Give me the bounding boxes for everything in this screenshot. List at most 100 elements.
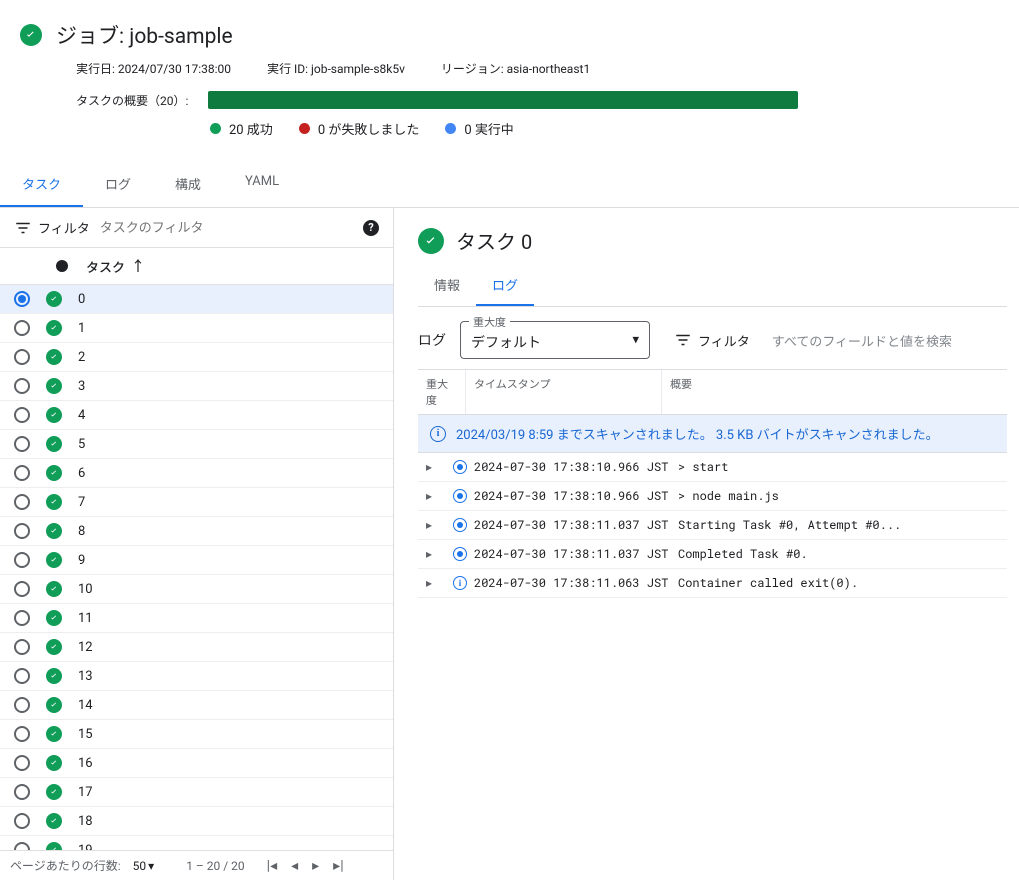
page-last-button[interactable]: ▸| — [333, 858, 343, 874]
task-row[interactable]: 18 — [0, 807, 393, 836]
log-severity — [446, 518, 474, 532]
task-radio[interactable] — [14, 378, 30, 394]
caret-down-icon: ▾ — [632, 333, 639, 348]
task-row[interactable]: 8 — [0, 517, 393, 546]
task-row[interactable]: 11 — [0, 604, 393, 633]
task-radio[interactable] — [14, 523, 30, 539]
col-task-header[interactable]: タスク ↑ — [86, 256, 379, 276]
task-row[interactable]: 13 — [0, 662, 393, 691]
task-row[interactable]: 5 — [0, 430, 393, 459]
task-radio[interactable] — [14, 697, 30, 713]
task-row[interactable]: 12 — [0, 633, 393, 662]
task-row[interactable]: 14 — [0, 691, 393, 720]
task-row[interactable]: 15 — [0, 720, 393, 749]
task-radio[interactable] — [14, 813, 30, 829]
col-summary: 概要 — [662, 370, 1007, 414]
expand-icon[interactable]: ▸ — [426, 488, 446, 504]
log-filter-button[interactable]: フィルタ — [674, 331, 750, 350]
task-radio[interactable] — [14, 552, 30, 568]
task-row[interactable]: 0 — [0, 285, 393, 314]
task-radio[interactable] — [14, 610, 30, 626]
task-id: 2 — [78, 350, 85, 365]
task-row[interactable]: 6 — [0, 459, 393, 488]
detail-tab-logs[interactable]: ログ — [476, 265, 534, 306]
task-radio[interactable] — [14, 465, 30, 481]
task-filter-row: フィルタ ? — [0, 208, 393, 248]
task-radio[interactable] — [14, 784, 30, 800]
tab-logs[interactable]: ログ — [83, 162, 153, 207]
task-row[interactable]: 17 — [0, 778, 393, 807]
log-row[interactable]: ▸2024-07-30 17:38:11.037 JSTCompleted Ta… — [418, 540, 1007, 569]
log-row[interactable]: ▸i2024-07-30 17:38:11.063 JSTContainer c… — [418, 569, 1007, 598]
rows-per-page-select[interactable]: 50 ▾ — [133, 859, 155, 873]
log-timestamp: 2024-07-30 17:38:11.037 JST — [474, 517, 670, 533]
expand-icon[interactable]: ▸ — [426, 575, 446, 591]
tab-yaml[interactable]: YAML — [223, 162, 301, 207]
log-rows: ▸2024-07-30 17:38:10.966 JST> start▸2024… — [418, 453, 1007, 598]
task-id: 0 — [78, 292, 85, 307]
log-search-placeholder[interactable]: すべてのフィールドと値を検索 — [772, 331, 952, 350]
expand-icon[interactable]: ▸ — [426, 546, 446, 562]
task-id: 1 — [78, 321, 85, 336]
task-status — [40, 552, 68, 568]
tab-config[interactable]: 構成 — [153, 162, 223, 207]
col-status-header — [48, 260, 76, 272]
task-radio[interactable] — [14, 494, 30, 510]
task-status — [40, 668, 68, 684]
scan-banner: i 2024/03/19 8:59 までスキャンされました。 3.5 KB バイ… — [418, 415, 1007, 453]
help-icon[interactable]: ? — [363, 220, 379, 236]
task-id: 13 — [78, 669, 93, 684]
expand-icon[interactable]: ▸ — [426, 517, 446, 533]
page-next-button[interactable]: ▸ — [312, 858, 319, 874]
task-row[interactable]: 2 — [0, 343, 393, 372]
body-split: フィルタ ? タスク ↑ 012345678910111213141516171… — [0, 208, 1019, 880]
task-row[interactable]: 10 — [0, 575, 393, 604]
task-radio[interactable] — [14, 639, 30, 655]
task-status — [40, 813, 68, 829]
task-radio[interactable] — [14, 581, 30, 597]
status-success-icon — [46, 349, 62, 365]
task-filter-input[interactable] — [100, 220, 353, 235]
task-list[interactable]: 012345678910111213141516171819 — [0, 285, 393, 850]
task-radio[interactable] — [14, 291, 30, 307]
detail-tab-info[interactable]: 情報 — [418, 265, 476, 306]
log-row[interactable]: ▸2024-07-30 17:38:10.966 JST> start — [418, 453, 1007, 482]
severity-value: デフォルト — [471, 335, 541, 351]
task-radio[interactable] — [14, 842, 30, 850]
expand-icon[interactable]: ▸ — [426, 459, 446, 475]
region: リージョン: asia-northeast1 — [441, 60, 590, 77]
task-row[interactable]: 16 — [0, 749, 393, 778]
severity-debug-icon — [453, 518, 467, 532]
task-row[interactable]: 4 — [0, 401, 393, 430]
rows-per-page-value: 50 — [133, 859, 147, 873]
task-row[interactable]: 7 — [0, 488, 393, 517]
task-radio[interactable] — [14, 436, 30, 452]
page-title: ジョブ: job-sample — [56, 20, 233, 50]
status-success-icon — [46, 552, 62, 568]
severity-select[interactable]: 重大度 デフォルト ▾ — [460, 321, 650, 359]
col-timestamp: タイムスタンプ — [466, 370, 662, 414]
task-radio[interactable] — [14, 320, 30, 336]
sort-asc-icon: ↑ — [131, 256, 145, 276]
legend-running: 0 実行中 — [445, 119, 514, 138]
status-dot-icon — [56, 260, 68, 272]
task-status — [40, 610, 68, 626]
log-row[interactable]: ▸2024-07-30 17:38:11.037 JSTStarting Tas… — [418, 511, 1007, 540]
task-status — [40, 291, 68, 307]
task-radio[interactable] — [14, 349, 30, 365]
task-radio[interactable] — [14, 726, 30, 742]
log-summary: > start — [670, 459, 999, 475]
task-row[interactable]: 1 — [0, 314, 393, 343]
task-radio[interactable] — [14, 407, 30, 423]
task-radio[interactable] — [14, 668, 30, 684]
task-row[interactable]: 9 — [0, 546, 393, 575]
tab-tasks[interactable]: タスク — [0, 162, 83, 207]
task-row[interactable]: 3 — [0, 372, 393, 401]
status-success-icon — [46, 581, 62, 597]
task-radio[interactable] — [14, 755, 30, 771]
task-status — [40, 494, 68, 510]
page-prev-button[interactable]: ◂ — [291, 858, 298, 874]
log-row[interactable]: ▸2024-07-30 17:38:10.966 JST> node main.… — [418, 482, 1007, 511]
page-first-button[interactable]: |◂ — [267, 858, 277, 874]
task-row[interactable]: 19 — [0, 836, 393, 850]
